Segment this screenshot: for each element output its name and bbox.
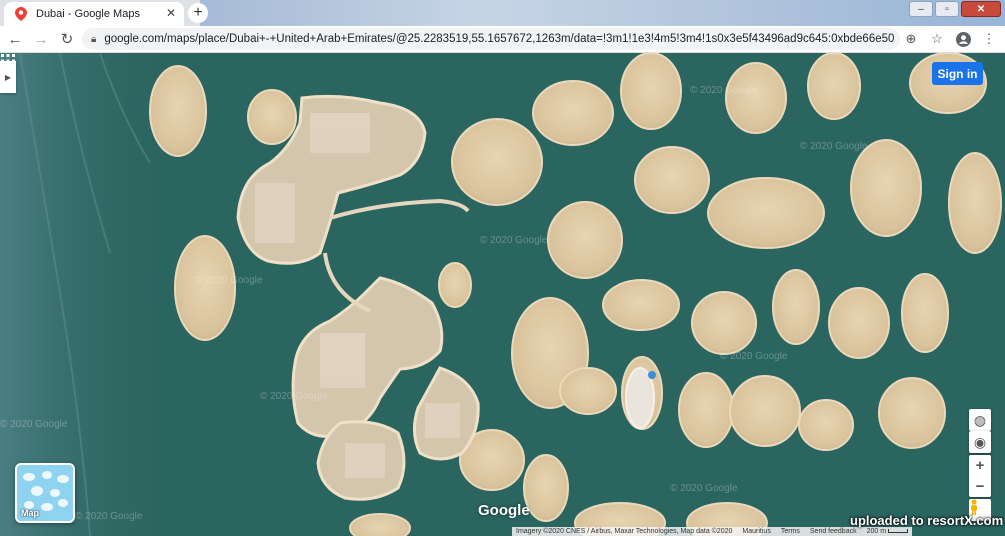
map-watermark: © 2020 Google — [690, 85, 758, 96]
browser-toolbar: ← → ↻ 🔒︎ google.com/maps/place/Dubai+-+U… — [0, 26, 1005, 53]
maps-pin-icon — [14, 7, 28, 21]
satellite-imagery — [0, 53, 1005, 536]
map-watermark: © 2020 Google — [0, 419, 68, 430]
browser-tab[interactable]: Dubai - Google Maps ✕ — [4, 2, 184, 26]
map-watermark: © 2020 Google — [800, 141, 868, 152]
tab-close-icon[interactable]: ✕ — [166, 6, 176, 20]
terms-link[interactable]: Terms — [781, 528, 800, 535]
toolbar-actions: ⊕ ☆ ⋮ — [901, 28, 999, 50]
my-location-icon[interactable]: ◉ — [969, 431, 991, 453]
back-icon[interactable]: ← — [4, 28, 26, 50]
apps-grid-icon[interactable] — [0, 53, 16, 69]
address-bar[interactable]: 🔒︎ google.com/maps/place/Dubai+-+United+… — [82, 28, 900, 50]
zoom-controls: + − — [969, 455, 991, 497]
map-watermark: © 2020 Google — [260, 391, 328, 402]
reload-icon[interactable]: ↻ — [56, 28, 78, 50]
browser-titlebar: Dubai - Google Maps ✕ + – ▫ ✕ — [0, 0, 1005, 26]
new-tab-button[interactable]: + — [188, 3, 208, 23]
titlebar-background — [200, 0, 1005, 26]
bookmark-star-icon[interactable]: ☆ — [927, 28, 947, 50]
url-text[interactable]: google.com/maps/place/Dubai+-+United+Ara… — [104, 33, 894, 45]
map-watermark: © 2020 Google — [195, 275, 263, 286]
zoom-out-button[interactable]: − — [969, 476, 991, 497]
scale-label: 200 m — [866, 528, 887, 535]
map-watermark: © 2020 Google — [480, 235, 548, 246]
minimize-button[interactable]: – — [909, 1, 933, 17]
region-link[interactable]: Mauritius — [742, 528, 770, 535]
map-watermark: © 2020 Google — [720, 351, 788, 362]
scale-line — [888, 529, 909, 533]
send-feedback-link[interactable]: Send feedback — [810, 528, 857, 535]
forward-icon[interactable]: → — [30, 28, 52, 50]
window-controls: – ▫ ✕ — [909, 1, 1001, 17]
install-icon[interactable]: ⊕ — [901, 28, 921, 50]
lock-icon: 🔒︎ — [91, 33, 97, 45]
maximize-button[interactable]: ▫ — [935, 1, 959, 17]
globe-icon[interactable]: ◍ — [969, 409, 991, 431]
layer-switcher[interactable]: Map — [15, 463, 75, 523]
satellite-map[interactable]: © 2020 Google © 2020 Google © 2020 Googl… — [0, 53, 1005, 536]
scale-bar[interactable]: 200 m — [866, 528, 909, 535]
map-watermark: © 2020 Google — [75, 511, 143, 522]
profile-icon[interactable] — [953, 28, 973, 50]
zoom-in-button[interactable]: + — [969, 455, 991, 476]
upload-watermark: uploaded to resortX.com — [850, 513, 1004, 528]
menu-icon[interactable]: ⋮ — [979, 28, 999, 50]
map-footer: Imagery ©2020 CNES / Airbus, Maxar Techn… — [512, 527, 913, 536]
attribution-text: Imagery ©2020 CNES / Airbus, Maxar Techn… — [516, 528, 733, 535]
sign-in-button[interactable]: Sign in — [932, 62, 983, 85]
map-watermark: © 2020 Google — [670, 483, 738, 494]
layer-label: Map — [21, 508, 39, 518]
google-logo: Google — [478, 502, 530, 519]
tab-title: Dubai - Google Maps — [36, 8, 140, 20]
window-close-button[interactable]: ✕ — [961, 1, 1001, 17]
